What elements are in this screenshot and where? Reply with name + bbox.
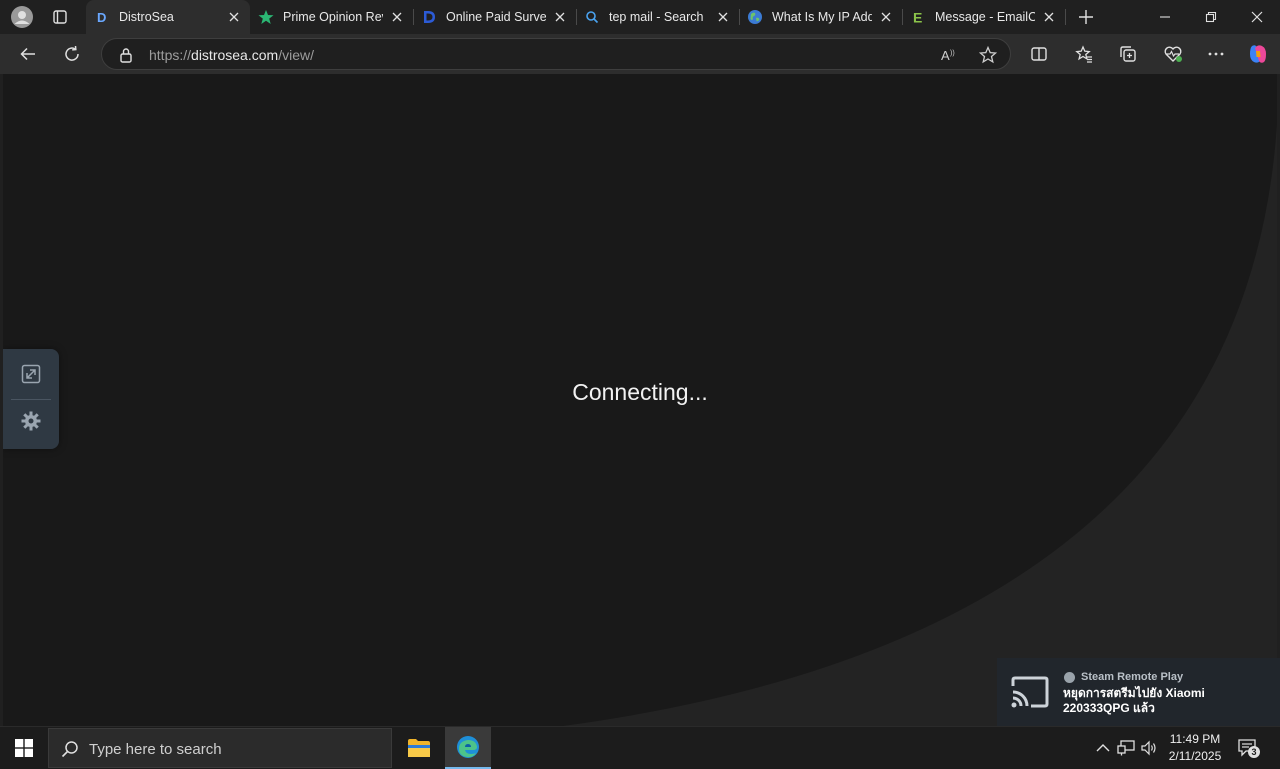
close-icon [1251, 11, 1263, 23]
url-path: /view/ [278, 47, 314, 63]
collections-button[interactable] [1112, 38, 1144, 70]
tab-what-is-my-ip[interactable]: What Is My IP Add [739, 0, 902, 34]
profile-avatar-icon [11, 6, 33, 28]
read-aloud-icon[interactable]: A)) [940, 46, 958, 69]
address-bar[interactable]: https://distrosea.com/view/ A)) [101, 38, 1011, 70]
svg-text:A: A [941, 48, 950, 63]
close-tab-icon[interactable] [226, 9, 242, 25]
windows-taskbar: Type here to search 11:49 PM 2/11/2025 3 [0, 726, 1280, 769]
copilot-button[interactable] [1242, 38, 1274, 70]
tab-separator [1065, 9, 1066, 25]
steam-notification-toast[interactable]: Steam Remote Play หยุดการสตรีมไปยัง Xiao… [997, 658, 1280, 728]
settings-button[interactable] [19, 409, 43, 433]
svg-text:)): )) [950, 50, 955, 57]
clock-time: 11:49 PM [1169, 732, 1221, 746]
tab-actions-button[interactable] [42, 2, 78, 32]
browser-essentials-button[interactable] [1157, 38, 1189, 70]
edge-icon [457, 736, 479, 758]
notification-count-badge: 3 [1248, 746, 1260, 758]
svg-text:D: D [97, 10, 106, 25]
windows-logo-icon [15, 739, 33, 757]
remote-desktop-viewport[interactable]: Connecting... [3, 74, 1277, 726]
new-tab-button[interactable] [1068, 2, 1104, 32]
favorites-button[interactable] [1068, 38, 1100, 70]
url-host: distrosea.com [191, 47, 279, 63]
tab-title: DistroSea [119, 10, 174, 24]
network-icon[interactable] [1117, 739, 1135, 757]
distrosea-d-icon: D [94, 9, 110, 25]
url-text[interactable]: https://distrosea.com/view/ [149, 47, 314, 63]
notification-center-button[interactable]: 3 [1238, 738, 1260, 758]
search-icon [61, 740, 79, 763]
collections-icon [1120, 46, 1136, 62]
close-tab-icon[interactable] [552, 9, 568, 25]
fullscreen-button[interactable] [19, 362, 43, 386]
taskbar-search-box[interactable]: Type here to search [48, 728, 392, 768]
svg-text:E: E [913, 10, 922, 26]
favorites-icon [1075, 45, 1092, 63]
minimize-icon [1160, 16, 1170, 18]
clock-date: 2/11/2025 [1168, 749, 1222, 763]
search-icon [584, 9, 600, 25]
tab-strip: D DistroSea Prime Opinion Revi Online Pa… [0, 0, 1280, 34]
toast-app-name: Steam Remote Play [1081, 671, 1184, 683]
gear-icon [21, 411, 41, 431]
settings-more-button[interactable] [1200, 38, 1232, 70]
viewer-control-panel [3, 349, 59, 449]
tab-title: Prime Opinion Revi [283, 10, 383, 24]
more-dots-icon [1208, 52, 1224, 56]
close-tab-icon[interactable] [389, 9, 405, 25]
tab-emailon-message[interactable]: E Message - EmailOn [902, 0, 1065, 34]
copilot-icon [1250, 45, 1266, 63]
globe-icon [747, 9, 763, 25]
tab-title: tep mail - Search [609, 10, 704, 24]
back-arrow-icon [20, 47, 35, 61]
folder-icon [408, 739, 430, 757]
close-tab-icon[interactable] [1041, 9, 1057, 25]
refresh-button[interactable] [56, 38, 88, 70]
url-protocol: https:// [149, 47, 192, 63]
tab-title: Message - EmailOn [935, 10, 1035, 24]
heartbeat-icon [1164, 46, 1182, 62]
browser-toolbar: https://distrosea.com/view/ A)) [0, 34, 1280, 74]
start-button[interactable] [0, 727, 48, 769]
tab-title: Online Paid Survey [446, 10, 546, 24]
close-tab-icon[interactable] [715, 9, 731, 25]
split-screen-icon [1031, 47, 1047, 61]
back-button[interactable] [12, 38, 44, 70]
tab-prime-opinion[interactable]: Prime Opinion Revi [250, 0, 413, 34]
show-hidden-icons-chevron-icon[interactable] [1094, 739, 1112, 757]
volume-icon[interactable] [1141, 739, 1159, 757]
refresh-icon [65, 45, 79, 61]
search-placeholder: Type here to search [89, 741, 222, 758]
blue-d-logo-icon [421, 9, 437, 25]
close-tab-icon[interactable] [878, 9, 894, 25]
file-explorer-taskbar-button[interactable] [396, 727, 442, 769]
green-e-icon: E [910, 9, 926, 26]
favorite-star-icon[interactable] [978, 45, 998, 69]
toast-message: หยุดการสตรีมไปยัง Xiaomi 220333QPG แล้ว [1063, 686, 1205, 715]
browser-window: D DistroSea Prime Opinion Revi Online Pa… [0, 0, 1280, 726]
tab-title: What Is My IP Add [772, 10, 872, 24]
close-window-button[interactable] [1234, 0, 1280, 34]
system-clock[interactable]: 11:49 PM 2/11/2025 [1160, 731, 1230, 765]
tab-online-paid-survey[interactable]: Online Paid Survey [413, 0, 576, 34]
panel-divider [11, 399, 51, 400]
restore-button[interactable] [1188, 0, 1234, 34]
tab-actions-icon [53, 10, 67, 24]
tab-distrosea[interactable]: D DistroSea [86, 0, 250, 34]
edge-taskbar-button[interactable] [445, 727, 491, 769]
minimize-button[interactable] [1142, 0, 1188, 34]
split-screen-button[interactable] [1023, 38, 1055, 70]
connection-status-text: Connecting... [572, 379, 708, 405]
lock-icon[interactable] [119, 47, 133, 68]
cast-icon [1011, 676, 1049, 708]
profile-button[interactable] [4, 2, 40, 32]
fullscreen-icon [21, 364, 41, 384]
green-star-icon [258, 9, 274, 25]
info-icon [1064, 672, 1075, 683]
tab-tep-mail-search[interactable]: tep mail - Search [576, 0, 739, 34]
restore-icon [1205, 11, 1217, 23]
plus-icon [1079, 10, 1093, 24]
